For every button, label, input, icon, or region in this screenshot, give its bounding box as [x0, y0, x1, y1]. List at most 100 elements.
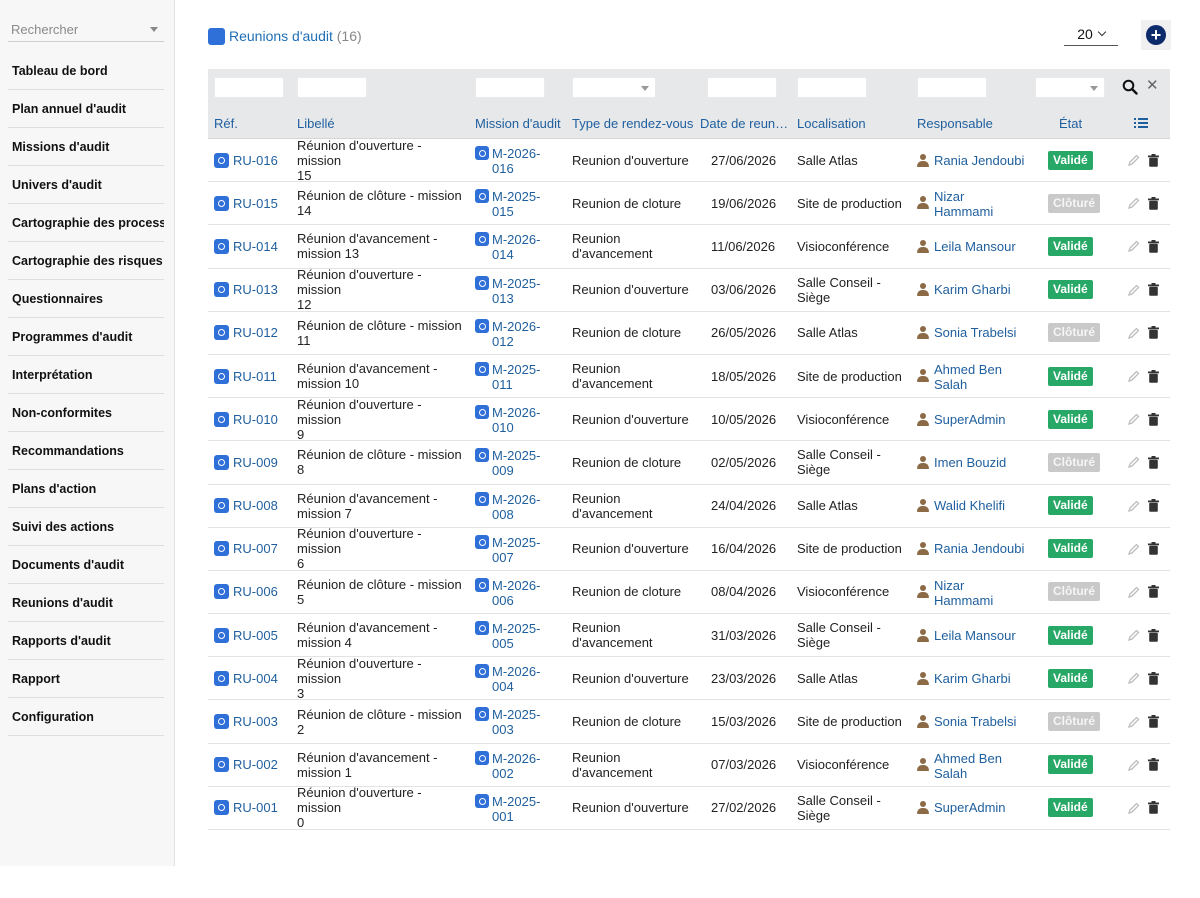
cell-mission[interactable]: M-2025- 003 — [475, 700, 555, 742]
responsable-link[interactable]: Karim Gharbi — [934, 671, 1011, 686]
sidebar-item[interactable]: Rapport — [8, 660, 164, 698]
pencil-icon[interactable] — [1128, 240, 1140, 253]
ref-link[interactable]: RU-011 — [233, 369, 277, 384]
mission-link[interactable]: M-2026- 010 — [492, 405, 540, 435]
responsable-link[interactable]: Leila Mansour — [934, 239, 1016, 254]
trash-icon[interactable] — [1148, 671, 1159, 685]
pencil-icon[interactable] — [1128, 327, 1140, 339]
filter-responsable[interactable] — [917, 77, 987, 98]
cell-mission[interactable]: M-2025- 011 — [475, 355, 555, 397]
mission-link[interactable]: M-2025- 001 — [492, 794, 540, 824]
pencil-icon[interactable] — [1128, 586, 1140, 598]
pencil-icon[interactable] — [1128, 629, 1140, 642]
pencil-icon[interactable] — [1128, 759, 1140, 771]
mission-link[interactable]: M-2026- 008 — [492, 492, 540, 522]
cell-mission[interactable]: M-2025- 009 — [475, 441, 555, 483]
mission-link[interactable]: M-2026- 002 — [492, 751, 540, 781]
sidebar-item[interactable]: Plan annuel d'audit — [8, 90, 164, 128]
cell-ref[interactable]: RU-002 — [214, 744, 278, 786]
cell-responsable[interactable]: Rania Jendoubi — [917, 528, 1029, 570]
trash-icon[interactable] — [1148, 758, 1159, 772]
filter-mission[interactable] — [475, 77, 545, 98]
cell-responsable[interactable]: Ahmed Ben Salah — [917, 355, 1029, 397]
cell-responsable[interactable]: Leila Mansour — [917, 225, 1029, 267]
trash-icon[interactable] — [1148, 239, 1159, 253]
pencil-icon[interactable] — [1128, 284, 1140, 296]
cell-ref[interactable]: RU-008 — [214, 485, 278, 527]
responsable-link[interactable]: Leila Mansour — [934, 628, 1016, 643]
cell-ref[interactable]: RU-009 — [214, 441, 278, 483]
ref-link[interactable]: RU-016 — [233, 153, 278, 168]
trash-icon[interactable] — [1148, 153, 1159, 167]
cell-mission[interactable]: M-2025- 013 — [475, 269, 555, 311]
chevron-down-icon[interactable] — [150, 27, 158, 32]
ref-link[interactable]: RU-009 — [233, 455, 278, 470]
trash-icon[interactable] — [1148, 455, 1159, 469]
sidebar-item[interactable]: Tableau de bord — [8, 52, 164, 90]
cell-mission[interactable]: M-2025- 015 — [475, 182, 555, 224]
trash-icon[interactable] — [1148, 326, 1159, 340]
cell-responsable[interactable]: Nizar Hammami — [917, 182, 1029, 224]
add-reunion-button[interactable]: + — [1141, 20, 1171, 50]
sidebar-item[interactable]: Recommandations — [8, 432, 164, 470]
filter-type[interactable] — [572, 77, 656, 98]
filter-libelle[interactable] — [297, 77, 367, 98]
cell-ref[interactable]: RU-011 — [214, 355, 277, 397]
mission-link[interactable]: M-2025- 015 — [492, 189, 540, 219]
cell-responsable[interactable]: Sonia Trabelsi — [917, 312, 1029, 354]
trash-icon[interactable] — [1148, 585, 1159, 599]
mission-link[interactable]: M-2025- 013 — [492, 276, 540, 306]
cell-ref[interactable]: RU-001 — [214, 787, 278, 829]
filter-ref[interactable] — [214, 77, 284, 98]
ref-link[interactable]: RU-014 — [233, 239, 278, 254]
mission-link[interactable]: M-2025- 005 — [492, 621, 540, 651]
mission-link[interactable]: M-2026- 012 — [492, 319, 540, 349]
ref-link[interactable]: RU-015 — [233, 196, 278, 211]
pencil-icon[interactable] — [1128, 500, 1140, 512]
sidebar-item[interactable]: Interprétation — [8, 356, 164, 394]
cell-ref[interactable]: RU-010 — [214, 398, 278, 440]
sidebar-item[interactable]: Univers d'audit — [8, 166, 164, 204]
responsable-link[interactable]: Rania Jendoubi — [934, 541, 1024, 556]
responsable-link[interactable]: Imen Bouzid — [934, 455, 1006, 470]
column-header-type[interactable]: Type de rendez-vous — [572, 116, 693, 131]
cell-ref[interactable]: RU-012 — [214, 312, 278, 354]
sidebar-item[interactable]: Non-conformites — [8, 394, 164, 432]
sidebar-item[interactable]: Cartographie des processus — [8, 204, 164, 242]
responsable-link[interactable]: Ahmed Ben Salah — [934, 362, 1002, 392]
column-header-responsable[interactable]: Responsable — [917, 116, 993, 131]
cell-responsable[interactable]: SuperAdmin — [917, 398, 1029, 440]
cell-responsable[interactable]: Leila Mansour — [917, 614, 1029, 656]
cell-ref[interactable]: RU-016 — [214, 139, 278, 181]
cell-ref[interactable]: RU-015 — [214, 182, 278, 224]
responsable-link[interactable]: Ahmed Ben Salah — [934, 751, 1002, 781]
cell-mission[interactable]: M-2026- 006 — [475, 571, 555, 613]
responsable-link[interactable]: Rania Jendoubi — [934, 153, 1024, 168]
cell-mission[interactable]: M-2025- 001 — [475, 787, 555, 829]
column-header-etat[interactable]: État — [1059, 116, 1082, 131]
sidebar-item[interactable]: Suivi des actions — [8, 508, 164, 546]
trash-icon[interactable] — [1148, 715, 1159, 728]
responsable-link[interactable]: Sonia Trabelsi — [934, 714, 1016, 729]
cell-mission[interactable]: M-2026- 012 — [475, 312, 555, 354]
sidebar-item[interactable]: Plans d'action — [8, 470, 164, 508]
ref-link[interactable]: RU-010 — [233, 412, 278, 427]
close-icon[interactable]: ✕ — [1146, 78, 1160, 93]
trash-icon[interactable] — [1148, 499, 1159, 512]
pencil-icon[interactable] — [1128, 197, 1140, 210]
ref-link[interactable]: RU-008 — [233, 498, 278, 513]
mission-link[interactable]: M-2026- 014 — [492, 232, 540, 262]
pencil-icon[interactable] — [1128, 456, 1140, 469]
cell-mission[interactable]: M-2026- 008 — [475, 485, 555, 527]
responsable-link[interactable]: SuperAdmin — [934, 412, 1006, 427]
trash-icon[interactable] — [1148, 801, 1159, 815]
ref-link[interactable]: RU-007 — [233, 541, 278, 556]
pencil-icon[interactable] — [1128, 543, 1140, 555]
list-icon[interactable] — [1134, 117, 1148, 129]
ref-link[interactable]: RU-004 — [233, 671, 278, 686]
cell-responsable[interactable]: Sonia Trabelsi — [917, 700, 1029, 742]
sidebar-item[interactable]: Missions d'audit — [8, 128, 164, 166]
cell-mission[interactable]: M-2026- 004 — [475, 657, 555, 699]
responsable-link[interactable]: SuperAdmin — [934, 800, 1006, 815]
filter-etat[interactable] — [1035, 77, 1105, 98]
